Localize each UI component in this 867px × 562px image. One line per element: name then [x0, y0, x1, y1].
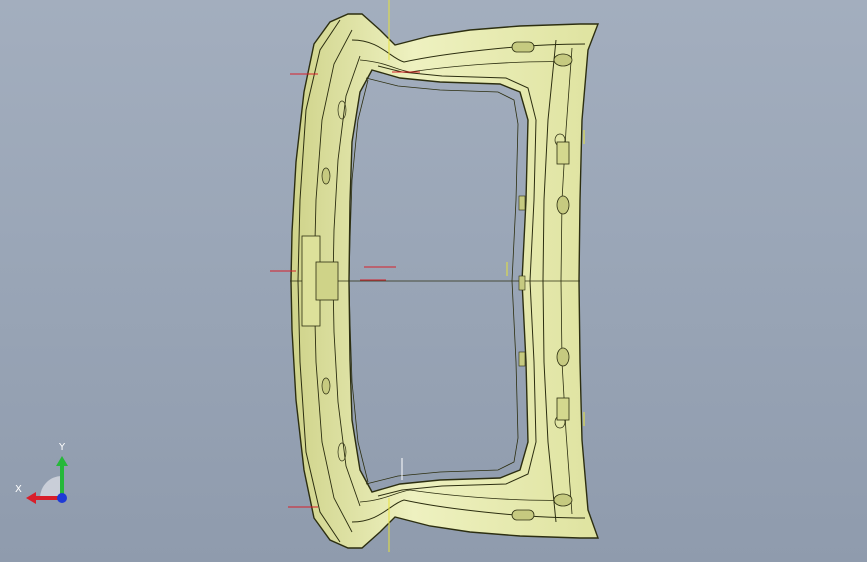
- coordinate-triad: Y X: [12, 440, 82, 510]
- left-hole-2: [321, 377, 331, 395]
- inner-slot-2: [518, 275, 526, 291]
- bottom-slot-1: [511, 509, 535, 521]
- right-bracket-bottom: [556, 397, 570, 421]
- right-hole-2: [556, 347, 570, 367]
- left-lock-bracket: [315, 261, 339, 301]
- x-axis-label: X: [15, 484, 22, 495]
- right-bracket-top: [556, 141, 570, 165]
- bottom-hole-1: [553, 493, 573, 507]
- top-hole-1: [553, 53, 573, 67]
- left-hole-1: [321, 167, 331, 185]
- tailgate-model[interactable]: [0, 0, 867, 562]
- y-axis-label: Y: [59, 442, 66, 453]
- cad-viewport[interactable]: Y X: [0, 0, 867, 562]
- triad-icon: [26, 456, 68, 504]
- inner-slot-1: [518, 195, 526, 211]
- inner-slot-3: [518, 351, 526, 367]
- top-slot-1: [511, 41, 535, 53]
- right-hole-1: [556, 195, 570, 215]
